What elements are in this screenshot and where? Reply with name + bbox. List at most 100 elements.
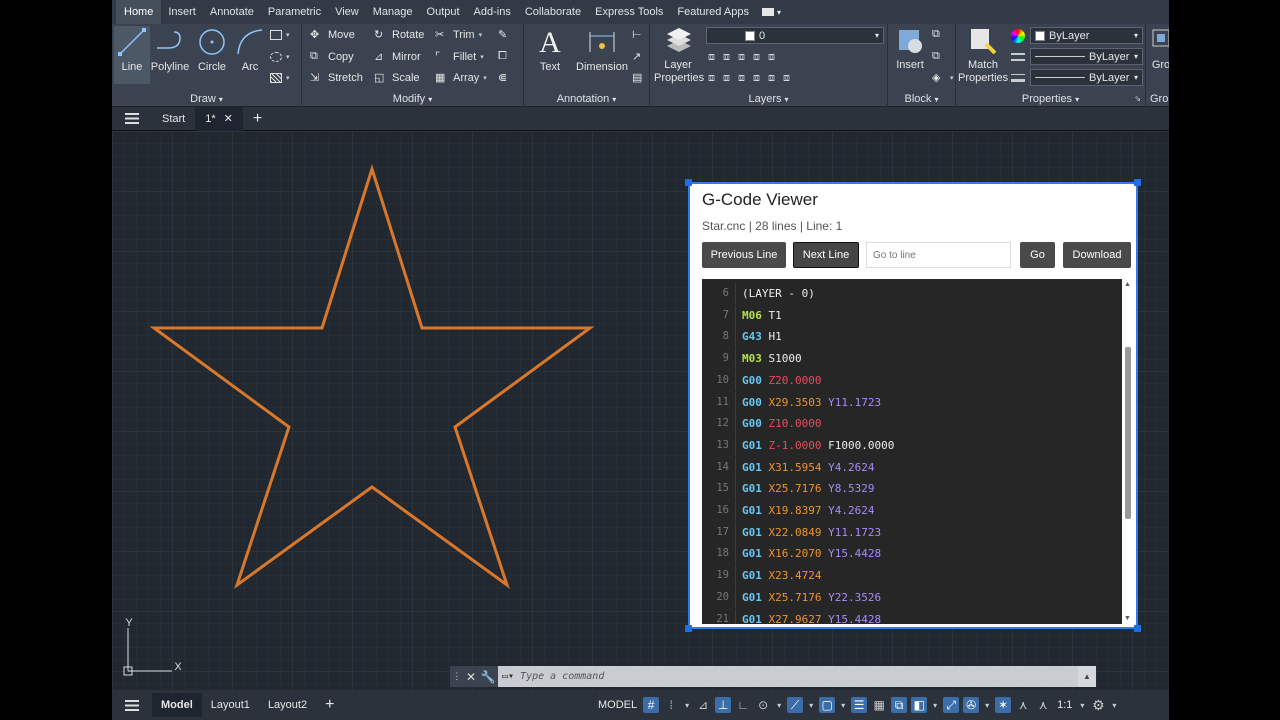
scrollbar-thumb[interactable]: [1125, 347, 1131, 519]
color-dropdown[interactable]: ByLayer ▾: [1030, 27, 1143, 44]
scale-button[interactable]: ◱ Scale: [374, 69, 420, 87]
snap-icon[interactable]: ⁞: [663, 697, 679, 713]
linetype-dropdown[interactable]: ByLayer ▾: [1030, 48, 1143, 65]
scroll-down-icon[interactable]: ▼: [1124, 615, 1131, 622]
dimension-button[interactable]: Dimension: [574, 26, 630, 73]
rotate-button[interactable]: ↻ Rotate: [374, 26, 424, 44]
gcode-line[interactable]: 11 G00 X29.3503 Y11.1723: [702, 391, 1122, 413]
gcode-line[interactable]: 14 G01 X31.5954 Y4.2624: [702, 456, 1122, 478]
grip-top-left[interactable]: [685, 179, 692, 186]
hatch-tool[interactable]: ▾: [270, 48, 290, 66]
dynamic-ucs-icon[interactable]: ⤢: [943, 697, 960, 713]
layer-properties-button[interactable]: Layer Properties: [654, 26, 704, 85]
grip-bottom-right[interactable]: [1134, 625, 1141, 632]
layer-off-icon[interactable]: ⧈: [768, 51, 775, 64]
rectangle-tool[interactable]: ▾: [270, 26, 290, 44]
circle-button[interactable]: Circle: [194, 26, 230, 73]
layer-previous-icon[interactable]: ⧈: [723, 51, 730, 64]
layer-unlock-icon[interactable]: ⧈: [783, 72, 790, 85]
lineweight-display-icon[interactable]: ☰: [851, 697, 868, 713]
file-tabs-menu[interactable]: [112, 107, 152, 131]
layer-unisolate-icon[interactable]: ⧈: [753, 51, 760, 64]
object-snap-icon[interactable]: ▢: [819, 697, 836, 713]
tab-express-tools[interactable]: Express Tools: [588, 0, 670, 24]
insert-button[interactable]: Insert: [892, 26, 928, 71]
tab-insert[interactable]: Insert: [161, 0, 203, 24]
gcode-listing[interactable]: 6 (LAYER - 0) 7 M06 T1 8 G43 H1 9 M03 S1000 10 G0…: [702, 279, 1122, 624]
chevron-down-icon[interactable]: ▾: [983, 697, 991, 713]
arc-button[interactable]: Arc: [232, 26, 268, 73]
gcode-line[interactable]: 21 G01 X27.9627 Y15.4428: [702, 608, 1122, 624]
gcode-line[interactable]: 13 G01 Z-1.0000 F1000.0000: [702, 434, 1122, 456]
table-tool[interactable]: ▤: [632, 69, 646, 87]
grip-bottom-left[interactable]: [685, 625, 692, 632]
gcode-line[interactable]: 6 (LAYER - 0): [702, 283, 1122, 304]
tab-layout1[interactable]: Layout1: [202, 693, 259, 717]
chevron-down-icon[interactable]: ▾: [839, 697, 847, 713]
block-group-label[interactable]: Block ▾: [888, 93, 955, 105]
star-polyline[interactable]: [149, 163, 595, 589]
properties-dialog-launcher[interactable]: ⇘: [1134, 94, 1141, 103]
color-wheel-tool[interactable]: [1011, 27, 1025, 45]
tab-featured-apps[interactable]: Featured Apps: [670, 0, 756, 24]
block-attributes-tool[interactable]: ◈ ▾: [932, 69, 954, 87]
move-button[interactable]: ✥ Move: [310, 26, 355, 44]
new-layout-button[interactable]: +: [316, 693, 343, 717]
tab-manage[interactable]: Manage: [366, 0, 420, 24]
modify-group-label[interactable]: Modify ▾: [302, 93, 523, 105]
layout-tabs-menu[interactable]: [112, 693, 152, 717]
layer-lock-icon[interactable]: ⧈: [723, 72, 730, 85]
tab-annotate[interactable]: Annotate: [203, 0, 261, 24]
ribbon-state-toggle[interactable]: ▾: [761, 8, 781, 17]
gcode-line[interactable]: 20 G01 X25.7176 Y22.3526: [702, 586, 1122, 608]
boundary-tool[interactable]: ▾: [270, 69, 290, 87]
dynamic-input-icon[interactable]: ⊥: [715, 697, 732, 713]
gcode-line[interactable]: 12 G00 Z10.0000: [702, 413, 1122, 435]
gcode-line[interactable]: 18 G01 X16.2070 Y15.4428: [702, 543, 1122, 565]
layer-isolate-icon[interactable]: ⧈: [738, 51, 745, 64]
gear-icon[interactable]: ⚙: [1090, 697, 1106, 713]
auto-scale-icon[interactable]: ⋏: [1035, 697, 1051, 713]
grid-icon[interactable]: #: [643, 697, 660, 713]
transparency-icon[interactable]: ▦: [871, 697, 887, 713]
wrench-icon[interactable]: 🔧: [481, 670, 496, 684]
line-button[interactable]: Line: [114, 26, 150, 84]
gcode-scrollbar[interactable]: ▲ ▼: [1122, 279, 1134, 624]
scroll-up-icon[interactable]: ▲: [1124, 281, 1131, 288]
gcode-line[interactable]: 15 G01 X25.7176 Y8.5329: [702, 478, 1122, 500]
isodraft-icon[interactable]: ⟋: [787, 697, 804, 713]
gcode-line[interactable]: 10 G00 Z20.0000: [702, 369, 1122, 391]
groups-group-label[interactable]: Gro: [1146, 93, 1169, 105]
grip-top-right[interactable]: [1134, 179, 1141, 186]
array-button[interactable]: ▦ Array ▾: [435, 69, 487, 87]
tab-view[interactable]: View: [328, 0, 366, 24]
tab-add-ins[interactable]: Add-ins: [467, 0, 518, 24]
goto-line-input[interactable]: [866, 242, 1011, 268]
go-button[interactable]: Go: [1020, 242, 1055, 268]
gcode-line[interactable]: 8 G43 H1: [702, 326, 1122, 348]
tab-parametric[interactable]: Parametric: [261, 0, 328, 24]
ortho-icon[interactable]: ∟: [735, 697, 751, 713]
3d-osnap-icon[interactable]: ◧: [911, 697, 928, 713]
match-properties-button[interactable]: Match Properties: [958, 26, 1008, 85]
chevron-down-icon[interactable]: ▾: [1110, 697, 1118, 713]
gcode-line[interactable]: 19 G01 X23.4724: [702, 565, 1122, 587]
model-space-toggle[interactable]: MODEL: [596, 699, 639, 711]
erase-tool[interactable]: ✎: [498, 26, 512, 44]
chevron-down-icon[interactable]: ▾: [931, 697, 939, 713]
layer-match-icon[interactable]: ⧈: [708, 51, 715, 64]
gizmo-icon[interactable]: ✶: [995, 697, 1012, 713]
tab-drawing[interactable]: 1* ✕: [195, 106, 243, 131]
create-block-tool[interactable]: ⧉: [932, 26, 946, 44]
layer-thaw-icon[interactable]: ⧈: [768, 72, 775, 85]
command-history-button[interactable]: ▲: [1078, 672, 1096, 681]
layers-group-label[interactable]: Layers ▾: [650, 93, 887, 105]
annotation-scale[interactable]: 1:1: [1055, 699, 1074, 711]
tab-layout2[interactable]: Layout2: [259, 693, 316, 717]
tab-start[interactable]: Start: [152, 107, 195, 131]
lineweight-dropdown[interactable]: ByLayer ▾: [1030, 69, 1143, 86]
leader-tool[interactable]: ↗: [632, 48, 646, 66]
gcode-line[interactable]: 16 G01 X19.8397 Y4.2624: [702, 500, 1122, 521]
close-icon[interactable]: ✕: [224, 107, 233, 131]
draw-group-label[interactable]: Draw ▾: [112, 93, 301, 105]
